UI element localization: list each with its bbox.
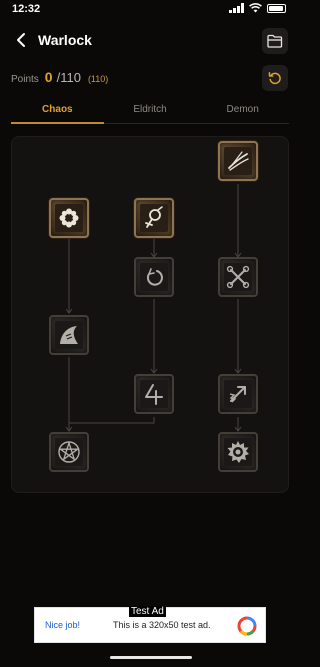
tab-demon[interactable]: Demon (196, 100, 289, 123)
folder-icon (267, 34, 283, 48)
reset-icon (268, 72, 281, 85)
ad-tag-label: Test Ad (129, 606, 166, 617)
arrow-burst-icon (229, 386, 246, 403)
ad-body-text: This is a 320x50 test ad. (113, 620, 211, 630)
reset-button[interactable] (262, 65, 288, 91)
talent-node-pentagram[interactable] (49, 432, 89, 472)
chevron-left-icon (17, 33, 25, 47)
wifi-icon (249, 3, 262, 13)
talent-node-shark-fin[interactable] (49, 315, 89, 355)
signal-icon (229, 3, 244, 13)
points-label: Points (11, 74, 39, 85)
crescent-loop-icon (146, 268, 163, 286)
points-current: 0 (44, 69, 53, 85)
battery-icon (267, 3, 286, 13)
status-bar: 12:32 (0, 0, 300, 20)
chain-cross-icon (226, 265, 250, 289)
points-extra: (110) (87, 74, 109, 84)
sawblade-sun-icon (227, 441, 249, 463)
flower-sigil-icon (59, 208, 79, 228)
points-max: /110 (56, 70, 81, 85)
talent-node-arrow-burst[interactable] (218, 374, 258, 414)
status-time: 12:32 (12, 3, 41, 15)
tab-chaos[interactable]: Chaos (11, 100, 104, 124)
shark-fin-icon (60, 326, 78, 344)
pentagram-icon (58, 441, 80, 463)
talent-node-crescent-loop[interactable] (134, 257, 174, 297)
talent-node-flower-sigil[interactable] (49, 198, 89, 238)
back-button[interactable] (12, 30, 32, 50)
talent-node-four-rune[interactable] (134, 374, 174, 414)
status-icons (229, 3, 286, 13)
talent-node-chain-cross[interactable] (218, 257, 258, 297)
tab-eldritch[interactable]: Eldritch (104, 100, 197, 123)
home-indicator (110, 656, 192, 659)
four-rune-icon (145, 384, 163, 405)
ad-left-text: Nice job! (45, 620, 81, 630)
claw-slash-icon (228, 151, 249, 171)
page-title: Warlock (38, 32, 92, 48)
ad-logo-icon (237, 616, 257, 636)
talent-node-claw-slash[interactable] (218, 141, 258, 181)
talent-node-venus-rune[interactable] (134, 198, 174, 238)
talent-tabs: Chaos Eldritch Demon (11, 100, 289, 124)
venus-rune-icon (145, 206, 163, 228)
talent-tree-panel (11, 136, 289, 493)
points-summary: Points 0 /110 (110) (11, 69, 108, 85)
open-folder-button[interactable] (262, 28, 288, 54)
talent-node-sawblade-sun[interactable] (218, 432, 258, 472)
app-header: Warlock (0, 26, 300, 56)
